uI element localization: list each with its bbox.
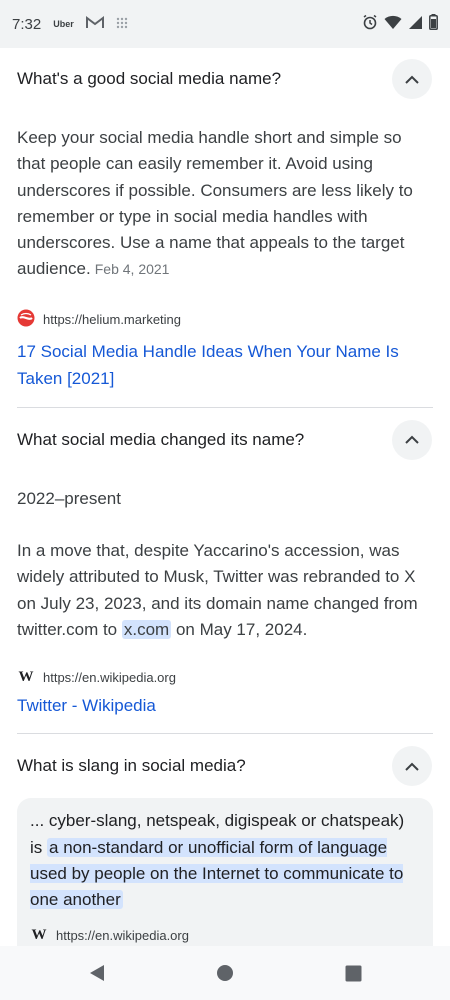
navigation-bar [0,946,450,1000]
back-nav-button[interactable] [33,946,161,1000]
answer-heading: 2022–present [17,488,121,508]
faq-answer: Keep your social media handle short and … [17,125,433,283]
faq-question[interactable]: What's a good social media name? [17,69,281,89]
answer-highlight: x.com [121,619,172,639]
faq-item: What is slang in social media? [0,734,450,798]
home-nav-button[interactable] [161,946,289,1000]
source-url[interactable]: https://helium.marketing [43,312,181,327]
chevron-up-icon[interactable] [392,746,432,787]
faq-question-row[interactable]: What's a good social media name? [17,48,433,110]
uber-icon: Uber [53,19,74,29]
answer-date: Feb 4, 2021 [94,261,170,278]
search-results[interactable]: What's a good social media name? Keep yo… [0,48,450,946]
answer-highlight: a non-standard or unofficial form of lan… [30,837,404,910]
source-title-link[interactable]: 17 Social Media Handle Ideas When Your N… [17,338,433,407]
answer-text: Keep your social media handle short and … [17,128,413,279]
gmail-icon [85,15,104,33]
faq-item: What's a good social media name? Keep yo… [0,48,450,407]
signal-icon [408,15,423,34]
recents-nav-button[interactable] [289,946,417,1000]
faq-answer: ... cyber-slang, netspeak, digispeak or … [30,808,420,913]
answer-text-end: on May 17, 2024. [175,619,308,639]
alarm-icon [362,14,378,34]
source-url[interactable]: https://en.wikipedia.org [56,928,189,943]
wikipedia-logo-icon: W [18,669,34,686]
status-time: 7:32 [12,15,42,33]
status-bar: 7:32 Uber [0,0,450,48]
grid-icon [116,16,128,33]
source-url[interactable]: https://en.wikipedia.org [43,670,176,685]
faq-item: What social media changed its name? 2022… [0,408,450,733]
helium-logo-icon [17,309,35,330]
source-title-link[interactable]: Twitter - Wikipedia [17,692,433,733]
faq-question[interactable]: What is slang in social media? [17,756,246,776]
faq-question-row[interactable]: What is slang in social media? [17,734,433,798]
source-row[interactable]: W https://en.wikipedia.org [30,927,420,944]
chevron-up-icon[interactable] [392,419,432,460]
chevron-up-icon[interactable] [392,59,432,99]
wikipedia-logo-icon: W [31,927,47,944]
wifi-icon [384,15,402,34]
battery-icon [429,14,438,34]
faq-question[interactable]: What social media changed its name? [17,430,304,450]
featured-snippet-card[interactable]: ... cyber-slang, netspeak, digispeak or … [17,798,433,946]
faq-answer: In a move that, despite Yaccarino's acce… [17,538,433,643]
source-row[interactable]: W https://en.wikipedia.org [17,669,433,686]
source-row[interactable]: https://helium.marketing [17,309,433,330]
faq-question-row[interactable]: What social media changed its name? [17,408,433,472]
